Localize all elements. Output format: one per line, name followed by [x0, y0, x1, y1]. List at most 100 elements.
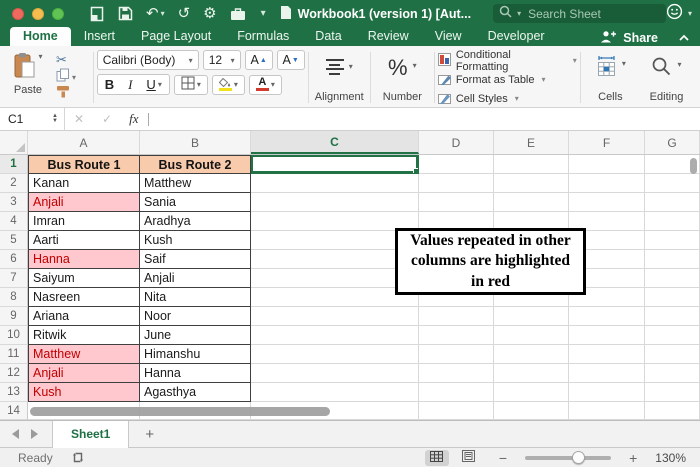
cell-C3[interactable] [251, 193, 419, 212]
cell-A10[interactable]: Ritwik [28, 326, 140, 345]
cell-G5[interactable] [645, 231, 700, 250]
cell-B6[interactable]: Saif [140, 250, 251, 269]
sheet-tab-sheet1[interactable]: Sheet1 [52, 420, 130, 448]
zoom-in-button[interactable]: + [619, 450, 647, 466]
vertical-scrollbar[interactable] [690, 158, 697, 174]
cell-A12[interactable]: Anjali [28, 364, 140, 383]
cell-G13[interactable] [645, 383, 700, 402]
fullscreen-button[interactable] [52, 7, 64, 20]
cell-E14[interactable] [494, 402, 569, 420]
alignment-group[interactable]: ▾ Alignment [312, 50, 367, 105]
cell-A8[interactable]: Nasreen [28, 288, 140, 307]
format-as-table-button[interactable]: Format as Table ▾ [437, 72, 546, 87]
column-header-G[interactable]: G [645, 131, 700, 154]
column-header-F[interactable]: F [569, 131, 645, 154]
annotation-textbox[interactable]: Values repeated in other columns are hig… [395, 228, 586, 295]
copy-button[interactable]: ▾ [56, 68, 76, 84]
cell-C7[interactable] [251, 269, 419, 288]
cell-E10[interactable] [494, 326, 569, 345]
cell-B12[interactable]: Hanna [140, 364, 251, 383]
row-header-4[interactable]: 4 [0, 212, 28, 231]
save-icon[interactable] [118, 6, 133, 21]
cell-D1[interactable] [419, 155, 494, 174]
cell-C10[interactable] [251, 326, 419, 345]
tab-review[interactable]: Review [355, 27, 422, 46]
cell-G9[interactable] [645, 307, 700, 326]
cell-E11[interactable] [494, 345, 569, 364]
cell-A11[interactable]: Matthew [28, 345, 140, 364]
search-input[interactable]: ▾ Search Sheet [493, 4, 666, 23]
cell-G6[interactable] [645, 250, 700, 269]
cell-A2[interactable]: Kanan [28, 174, 140, 193]
cell-B5[interactable]: Kush [140, 231, 251, 250]
normal-view-button[interactable] [424, 449, 449, 466]
macro-record-icon[interactable] [71, 451, 85, 464]
add-sheet-button[interactable]: + [129, 426, 170, 443]
cell-E2[interactable] [494, 174, 569, 193]
fill-color-button[interactable]: ▾ [211, 74, 245, 95]
row-header-10[interactable]: 10 [0, 326, 28, 345]
prev-sheet-arrow-icon[interactable] [12, 429, 19, 439]
row-header-11[interactable]: 11 [0, 345, 28, 364]
conditional-formatting-button[interactable]: Conditional Formatting ▾ [437, 49, 577, 73]
grow-font-button[interactable]: A ▲ [244, 50, 273, 70]
share-button[interactable]: Share [623, 31, 658, 45]
column-header-D[interactable]: D [419, 131, 494, 154]
cell-G14[interactable] [645, 402, 700, 420]
name-box-stepper[interactable]: ▲ ▼ [52, 113, 64, 124]
zoom-level[interactable]: 130% [647, 451, 700, 465]
cell-E3[interactable] [494, 193, 569, 212]
cell-A9[interactable]: Ariana [28, 307, 140, 326]
row-header-1[interactable]: 1 [0, 155, 28, 174]
row-header-6[interactable]: 6 [0, 250, 28, 269]
qat-customize-chevron-icon[interactable]: ▾ [259, 8, 266, 19]
cell-G12[interactable] [645, 364, 700, 383]
cell-A3[interactable]: Anjali [28, 193, 140, 212]
horizontal-scrollbar[interactable] [30, 407, 330, 416]
cell-G11[interactable] [645, 345, 700, 364]
cell-B3[interactable]: Sania [140, 193, 251, 212]
close-button[interactable] [12, 7, 24, 20]
row-header-12[interactable]: 12 [0, 364, 28, 383]
cell-B7[interactable]: Anjali [140, 269, 251, 288]
cell-styles-button[interactable]: Cell Styles ▾ [437, 91, 519, 106]
font-name-select[interactable]: Calibri (Body) ▾ [96, 50, 199, 70]
font-color-button[interactable]: A ▾ [248, 74, 282, 95]
cut-button[interactable]: ✂ [56, 52, 76, 67]
cell-D3[interactable] [419, 193, 494, 212]
cell-F12[interactable] [569, 364, 645, 383]
cell-G10[interactable] [645, 326, 700, 345]
row-header-14[interactable]: 14 [0, 402, 28, 420]
cell-E9[interactable] [494, 307, 569, 326]
zoom-slider-thumb[interactable] [572, 450, 586, 464]
italic-button[interactable]: I [121, 75, 139, 94]
column-header-A[interactable]: A [28, 131, 140, 154]
font-size-select[interactable]: 12 ▾ [202, 50, 241, 70]
tab-data[interactable]: Data [302, 27, 354, 46]
cell-C4[interactable] [251, 212, 419, 231]
cell-C13[interactable] [251, 383, 419, 402]
cell-F13[interactable] [569, 383, 645, 402]
cell-B1[interactable]: Bus Route 2 [140, 155, 251, 174]
cell-G4[interactable] [645, 212, 700, 231]
editing-group[interactable]: ▾ Editing [637, 50, 696, 105]
cell-A5[interactable]: Aarti [28, 231, 140, 250]
cell-A7[interactable]: Saiyum [28, 269, 140, 288]
cell-C11[interactable] [251, 345, 419, 364]
enter-check-icon[interactable]: ✓ [93, 112, 121, 126]
cell-C12[interactable] [251, 364, 419, 383]
undo-button[interactable]: ↶ ▾ [146, 6, 165, 21]
row-header-13[interactable]: 13 [0, 383, 28, 402]
paste-button[interactable]: ▾ Paste [6, 52, 50, 98]
row-header-7[interactable]: 7 [0, 269, 28, 288]
next-sheet-arrow-icon[interactable] [31, 429, 38, 439]
column-header-B[interactable]: B [140, 131, 251, 154]
tab-formulas[interactable]: Formulas [224, 27, 302, 46]
cell-E1[interactable] [494, 155, 569, 174]
column-header-E[interactable]: E [494, 131, 569, 154]
redo-button[interactable]: ↺ [178, 6, 191, 21]
cell-G7[interactable] [645, 269, 700, 288]
cell-D11[interactable] [419, 345, 494, 364]
cell-F2[interactable] [569, 174, 645, 193]
bold-button[interactable]: B [98, 75, 121, 94]
